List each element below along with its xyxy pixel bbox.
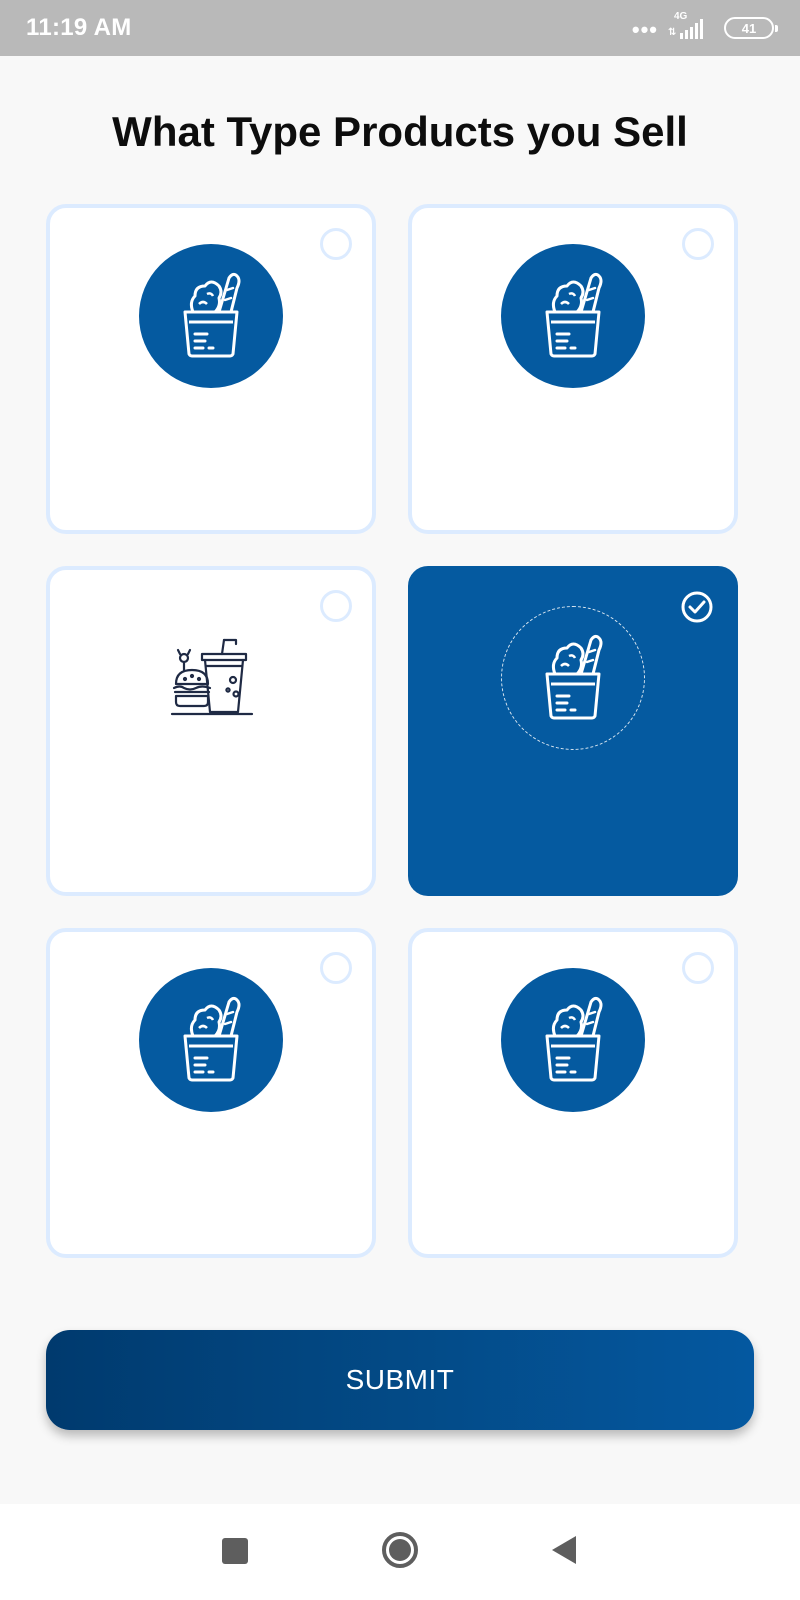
category-card-2[interactable] [408, 204, 738, 534]
radio-unselected-icon[interactable] [682, 952, 714, 984]
radio-unselected-icon[interactable] [682, 228, 714, 260]
grocery-bag-icon [139, 968, 283, 1112]
data-arrows-icon: ⇅ [668, 27, 677, 38]
check-circle-icon[interactable] [680, 590, 714, 624]
grocery-bag-icon [501, 606, 645, 750]
battery-level: 41 [741, 20, 757, 36]
status-bar: 11:19 AM ••• 4G ⇅ 41 [0, 0, 800, 56]
grocery-bag-icon [501, 244, 645, 388]
category-card-4[interactable] [408, 566, 738, 896]
submit-button[interactable]: SUBMIT [46, 1330, 754, 1430]
notification-dots-icon: ••• [631, 17, 658, 42]
system-nav-bar [0, 1504, 800, 1600]
signal-bars [680, 19, 703, 39]
radio-unselected-icon[interactable] [320, 590, 352, 622]
radio-unselected-icon[interactable] [320, 228, 352, 260]
category-card-1[interactable] [46, 204, 376, 534]
category-card-3[interactable] [46, 566, 376, 896]
grocery-bag-icon [501, 968, 645, 1112]
category-card-6[interactable] [408, 928, 738, 1258]
grocery-bag-icon [139, 244, 283, 388]
page-title: What Type Products you Sell [112, 108, 688, 155]
category-card-5[interactable] [46, 928, 376, 1258]
fast-food-icon [170, 638, 254, 716]
square-recents-icon[interactable] [222, 1538, 248, 1564]
radio-unselected-icon[interactable] [320, 952, 352, 984]
circle-home-icon[interactable] [382, 1532, 418, 1568]
status-time: 11:19 AM [26, 14, 132, 41]
battery-icon: 41 [724, 17, 778, 39]
status-indicators: ••• 4G ⇅ 41 [631, 11, 778, 43]
triangle-back-icon[interactable] [552, 1536, 576, 1564]
cell-signal-icon: 4G ⇅ [668, 11, 714, 43]
